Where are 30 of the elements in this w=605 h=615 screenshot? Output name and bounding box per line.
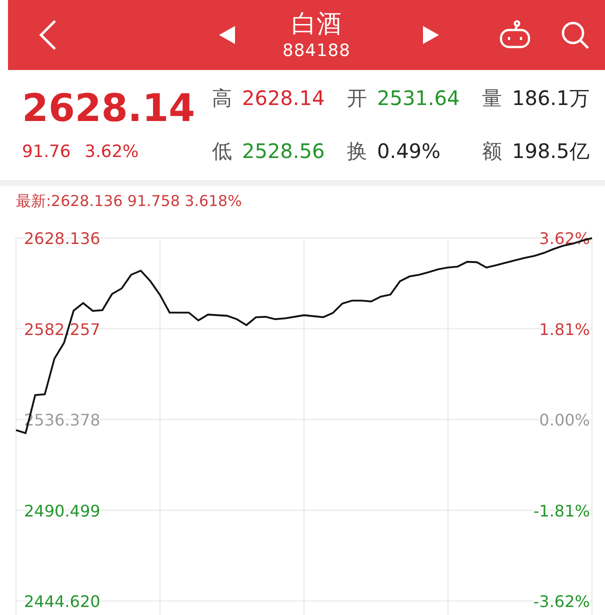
last-price: 2628.14 [22, 88, 196, 128]
stat-value: 2628.14 [242, 86, 325, 110]
price-axis-label: 2490.499 [24, 501, 100, 520]
back-icon [38, 19, 58, 51]
percent-axis-label: -1.81% [533, 501, 590, 520]
percent-axis-label: 0.00% [539, 410, 590, 430]
price-axis-label: 2628.136 [24, 229, 100, 248]
index-title: 白酒 [292, 9, 342, 39]
stat-label: 高 [212, 85, 232, 112]
stat-label: 换 [347, 138, 367, 165]
change-percent: 3.62% [84, 142, 139, 162]
price-change: 91.76 [22, 142, 71, 162]
percent-axis-label: -3.62% [533, 592, 590, 611]
stat-value: 186.1万 [512, 85, 590, 112]
robot-icon [498, 20, 532, 50]
price-axis-label: 2444.620 [24, 592, 100, 611]
stat-label: 开 [347, 85, 367, 112]
stat-label: 量 [482, 85, 502, 112]
right-triangle-icon [422, 25, 440, 45]
percent-axis-label: 1.81% [539, 320, 590, 339]
stat-value: 2531.64 [377, 86, 460, 110]
left-triangle-icon [218, 25, 236, 45]
stat-value: 2528.56 [242, 139, 325, 163]
stat-value: 198.5亿 [512, 138, 590, 165]
stat-value: 0.49% [377, 139, 441, 163]
stat-label: 低 [212, 138, 232, 165]
index-code: 884188 [282, 41, 350, 61]
latest-readout: 最新:2628.136 91.758 3.618% [16, 192, 242, 210]
stat-label: 额 [482, 138, 502, 165]
search-icon [560, 20, 590, 50]
